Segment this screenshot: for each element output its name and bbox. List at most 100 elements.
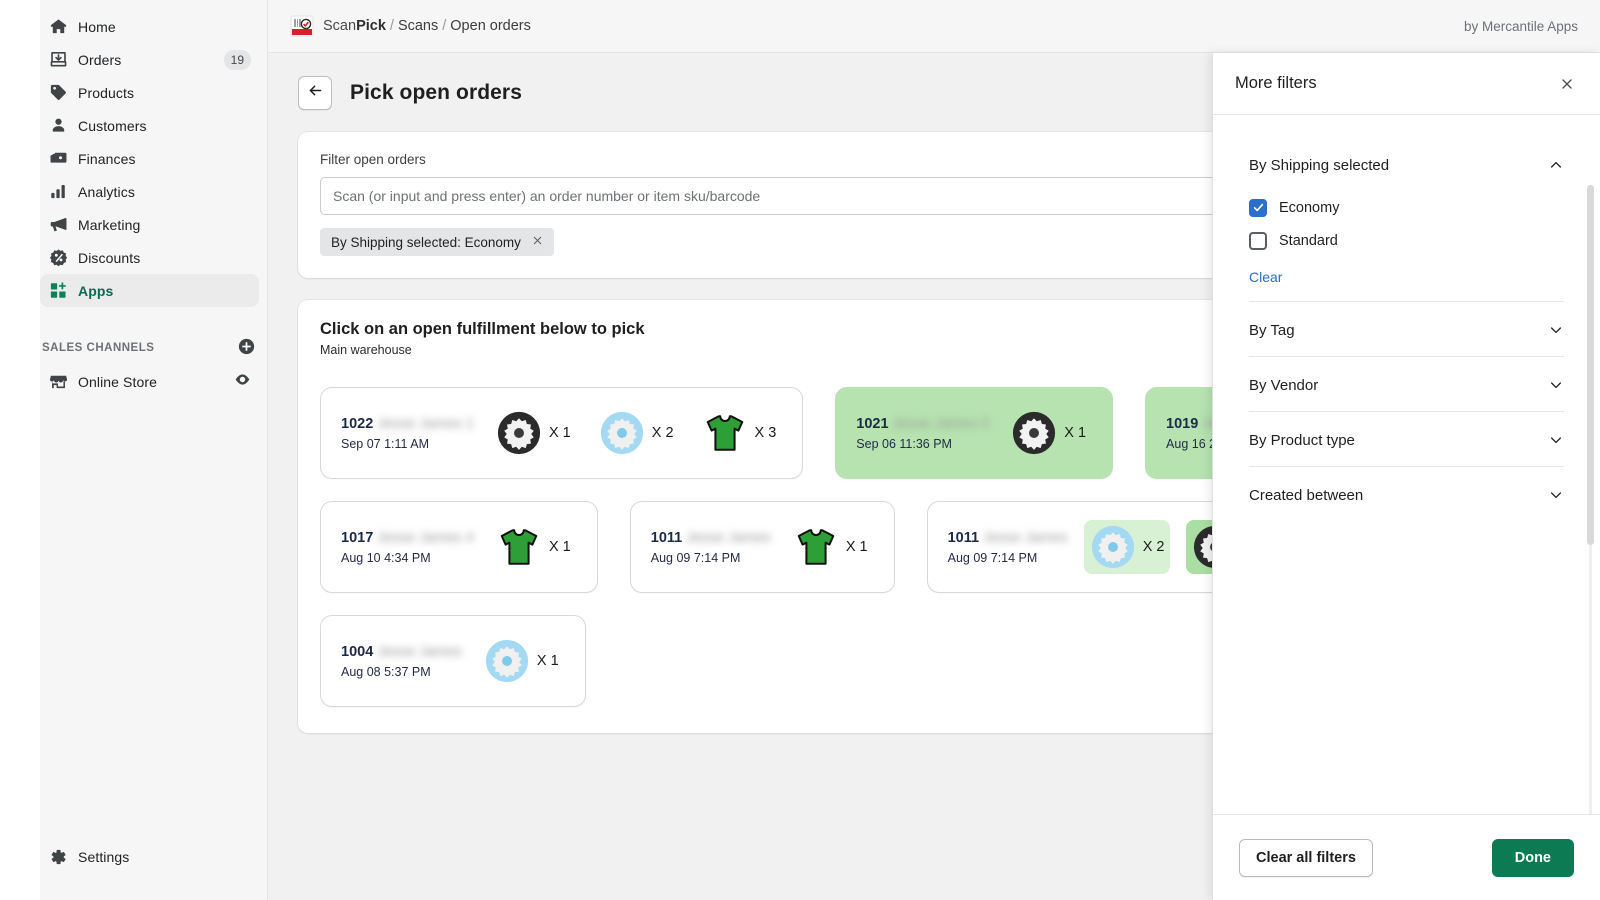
order-items: X 1 xyxy=(490,520,577,574)
sidebar: Home Orders19 Products CustomersFinancesAna… xyxy=(0,0,268,900)
sidebar-item-label: Apps xyxy=(78,283,113,299)
filter-group-header[interactable]: By Vendor xyxy=(1249,365,1564,405)
filter-group-by-vendor: By Vendor xyxy=(1249,357,1564,412)
order-item-qty: X 1 xyxy=(537,653,559,669)
filter-group-header[interactable]: By Product type xyxy=(1249,420,1564,460)
order-customer-name: Jesse James xyxy=(983,530,1068,546)
person-icon xyxy=(48,116,68,136)
filter-group-by-shipping-selected: By Shipping selected Economy Standard Clear xyxy=(1249,137,1564,302)
sidebar-item-discounts[interactable]: Discounts xyxy=(40,241,259,274)
filter-group-label: Created between xyxy=(1249,487,1363,504)
gear-black-icon xyxy=(1011,410,1057,456)
chevron-down-icon[interactable] xyxy=(1548,487,1564,503)
clear-all-filters-button[interactable]: Clear all filters xyxy=(1239,839,1373,877)
chevron-down-icon[interactable] xyxy=(1548,377,1564,393)
clear-group-link[interactable]: Clear xyxy=(1249,263,1282,295)
chevron-down-icon[interactable] xyxy=(1548,322,1564,338)
brand-bold: Pick xyxy=(356,18,386,34)
filter-group-header[interactable]: By Tag xyxy=(1249,310,1564,350)
filter-option-label: Economy xyxy=(1279,200,1339,216)
order-item[interactable]: X 1 xyxy=(490,406,577,460)
plus-circle-icon[interactable] xyxy=(238,338,255,358)
order-item-qty: X 1 xyxy=(549,539,571,555)
discount-percent-icon xyxy=(48,248,68,268)
filter-group-label: By Shipping selected xyxy=(1249,157,1389,174)
breadcrumb-separator-2: / xyxy=(442,18,446,34)
order-number: 1017 xyxy=(341,530,373,546)
done-button[interactable]: Done xyxy=(1492,839,1574,877)
chevron-up-icon[interactable] xyxy=(1548,157,1564,173)
filter-group-label: By Vendor xyxy=(1249,377,1318,394)
megaphone-icon xyxy=(48,215,68,235)
eye-icon[interactable] xyxy=(234,371,251,393)
sidebar-item-home[interactable]: Home xyxy=(40,10,259,43)
order-identity: 1011Jesse James xyxy=(948,530,1068,546)
order-identity: 1004Jesse James xyxy=(341,644,462,660)
order-date: Aug 10 4:34 PM xyxy=(341,551,474,565)
order-item-qty: X 1 xyxy=(1064,425,1086,441)
gear-icon xyxy=(48,847,68,867)
filter-option[interactable]: Standard xyxy=(1249,224,1564,257)
gear-black-icon xyxy=(496,410,542,456)
byline: by Mercantile Apps xyxy=(1464,19,1578,34)
order-item-qty: X 1 xyxy=(846,539,868,555)
order-item[interactable]: X 3 xyxy=(696,406,783,460)
more-filters-panel: More filters By Shipping selectedEconomy… xyxy=(1212,53,1600,900)
order-meta: 1021Jesse James 5Sep 06 11:36 PM xyxy=(856,416,989,451)
panel-scrollbar[interactable] xyxy=(1587,185,1594,814)
sidebar-nav: Home Orders19 Products CustomersFinancesAna… xyxy=(0,10,267,307)
filter-chip[interactable]: By Shipping selected: Economy xyxy=(320,228,554,256)
sidebar-item-online-store[interactable]: Online Store xyxy=(40,365,259,398)
order-identity: 1021Jesse James 5 xyxy=(856,416,989,432)
sidebar-item-products[interactable]: Products xyxy=(40,76,259,109)
order-card[interactable]: 1021Jesse James 5Sep 06 11:36 PM X 1 xyxy=(835,387,1113,479)
order-identity: 1022Jesse James 1 xyxy=(341,416,474,432)
filter-group-header[interactable]: Created between xyxy=(1249,475,1564,515)
back-button[interactable] xyxy=(298,76,332,110)
filter-group-by-product-type: By Product type xyxy=(1249,412,1564,467)
sidebar-item-analytics[interactable]: Analytics xyxy=(40,175,259,208)
filter-group-label: By Tag xyxy=(1249,322,1295,339)
sidebar-item-marketing[interactable]: Marketing xyxy=(40,208,259,241)
breadcrumb-open-orders[interactable]: Open orders xyxy=(450,18,531,34)
sidebar-item-finances[interactable]: Finances xyxy=(40,142,259,175)
close-icon[interactable] xyxy=(531,234,544,250)
order-meta: 1004Jesse JamesAug 08 5:37 PM xyxy=(341,644,462,679)
checkbox-unchecked-icon[interactable] xyxy=(1249,232,1267,250)
filter-group-header[interactable]: By Shipping selected xyxy=(1249,145,1564,185)
filter-option[interactable]: Economy xyxy=(1249,191,1564,224)
checkbox-checked-icon[interactable] xyxy=(1249,199,1267,217)
sidebar-item-customers[interactable]: Customers xyxy=(40,109,259,142)
sidebar-item-orders[interactable]: Orders19 xyxy=(40,43,259,76)
order-item[interactable]: X 1 xyxy=(478,634,565,688)
panel-body[interactable]: By Shipping selected Economy Standard Clear… xyxy=(1213,115,1600,814)
order-card[interactable]: 1022Jesse James 1 Sep 07 1:11 AM X 1 X 2 X 3 xyxy=(320,387,803,479)
breadcrumb-scans[interactable]: Scans xyxy=(398,18,438,34)
sidebar-item-label: Products xyxy=(78,85,134,101)
close-icon[interactable] xyxy=(1556,73,1578,95)
order-date: Sep 07 1:11 AM xyxy=(341,437,474,451)
order-item[interactable]: X 2 xyxy=(593,406,680,460)
order-number: 1022 xyxy=(341,416,373,432)
order-customer-name: Jesse James 5 xyxy=(893,416,990,432)
order-item[interactable]: X 1 xyxy=(490,520,577,574)
order-item[interactable]: X 1 xyxy=(787,520,874,574)
order-card[interactable]: 1004Jesse JamesAug 08 5:37 PM X 1 xyxy=(320,615,586,707)
sidebar-item-settings[interactable]: Settings xyxy=(40,840,259,874)
breadcrumb-separator-1: / xyxy=(390,18,394,34)
chevron-down-icon[interactable] xyxy=(1548,432,1564,448)
order-item-qty: X 2 xyxy=(1143,539,1165,555)
order-card[interactable]: 1017Jesse James 4Aug 10 4:34 PMX 1 xyxy=(320,501,598,593)
order-card[interactable]: 1011Jesse JamesAug 09 7:14 PM X 1 xyxy=(630,501,895,593)
tag-icon xyxy=(48,83,68,103)
sidebar-item-label: Home xyxy=(78,19,116,35)
order-meta: 1011Jesse JamesAug 09 7:14 PM xyxy=(651,530,771,565)
sidebar-sales-channels: SALES CHANNELS Online Store xyxy=(0,333,267,398)
order-item[interactable]: X 2 xyxy=(1084,520,1171,574)
scrollbar-thumb[interactable] xyxy=(1587,185,1594,545)
sidebar-item-apps[interactable]: Apps xyxy=(40,274,259,307)
order-items: X 1 xyxy=(787,520,874,574)
home-icon xyxy=(48,17,68,37)
order-item[interactable]: X 1 xyxy=(1005,406,1092,460)
app-root: Home Orders19 Products CustomersFinancesAna… xyxy=(0,0,1600,900)
